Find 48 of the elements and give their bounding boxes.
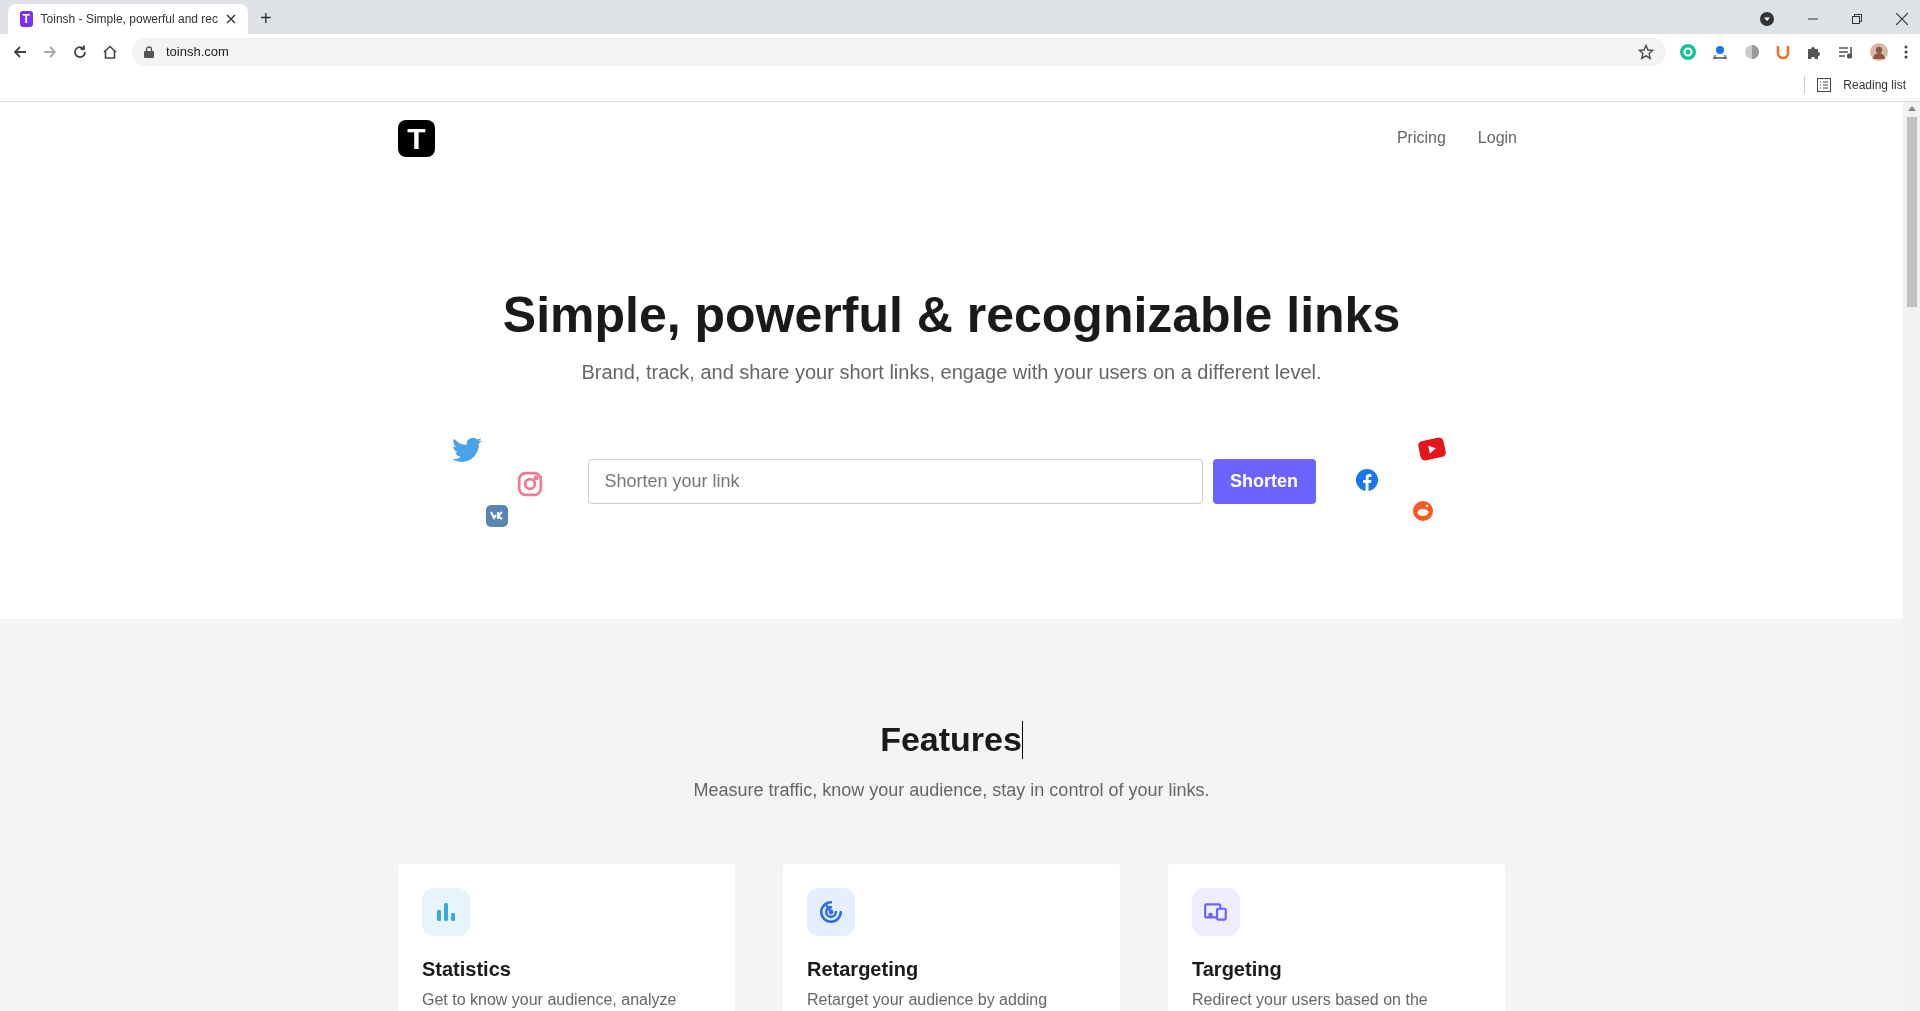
close-icon[interactable] [226, 14, 236, 24]
list-icon [1817, 78, 1832, 92]
card-description: Retarget your audience by adding [807, 990, 1049, 1010]
card-title: Targeting [1192, 957, 1283, 982]
extension-icon[interactable] [1744, 43, 1760, 60]
camera-icon [516, 470, 543, 497]
tab-favicon: T [20, 11, 33, 27]
card-title: Retargeting [807, 957, 920, 982]
dropdown-icon[interactable] [1760, 12, 1774, 26]
hero-subtitle: Brand, track, and share your short links, engage with your users on a different level. [581, 359, 1322, 385]
features-subtitle: Measure traffic, know your audience, stay in control of your links. [693, 779, 1210, 802]
devices-icon [1192, 888, 1240, 936]
star-icon[interactable] [1638, 43, 1654, 60]
bird-icon [451, 436, 482, 463]
features-title: Features [880, 719, 1022, 760]
reading-list-button[interactable]: Reading list [1817, 76, 1906, 94]
text-caret [1021, 720, 1023, 759]
close-icon[interactable] [1896, 13, 1908, 25]
extension-icon[interactable] [1712, 43, 1728, 60]
restore-icon[interactable] [1852, 14, 1862, 24]
reload-icon[interactable] [72, 43, 88, 60]
url-text: toinsh.com [166, 42, 230, 61]
f-logo-icon [1355, 468, 1378, 491]
link-input[interactable]: Shorten your link [587, 459, 1203, 504]
home-icon[interactable] [102, 43, 118, 60]
nav-link[interactable]: Login [1477, 126, 1517, 150]
lock-icon [144, 45, 154, 58]
back-arrow-icon[interactable] [12, 43, 28, 60]
card-title: Statistics [422, 957, 512, 982]
hero-title: Simple, powerful & recognizable links [502, 286, 1401, 345]
address-bar[interactable]: toinsh.com [132, 37, 1666, 66]
scrollbar-thumb[interactable] [1906, 117, 1917, 307]
nav-link[interactable]: Pricing [1396, 126, 1446, 150]
tab-title: Toinsh - Simple, powerful and rec [40, 11, 218, 28]
new-tab-button[interactable]: + [260, 8, 272, 28]
play-icon [1416, 436, 1447, 461]
bar-chart-icon [422, 888, 470, 936]
extension-icon[interactable] [1776, 43, 1790, 60]
menu-icon[interactable] [1904, 44, 1908, 59]
vk-icon [485, 504, 508, 527]
card-description: Get to know your audience, analyze [422, 990, 678, 1010]
shorten-button[interactable]: Shorten [1212, 459, 1316, 504]
scroll-up-icon[interactable] [1907, 106, 1916, 111]
target-icon [807, 888, 855, 936]
browser-tab[interactable]: T Toinsh - Simple, powerful and rec [8, 4, 248, 34]
avatar-icon[interactable] [1870, 42, 1888, 61]
logo[interactable]: T [398, 119, 435, 157]
card-description: Redirect your users based on the [1192, 990, 1429, 1010]
